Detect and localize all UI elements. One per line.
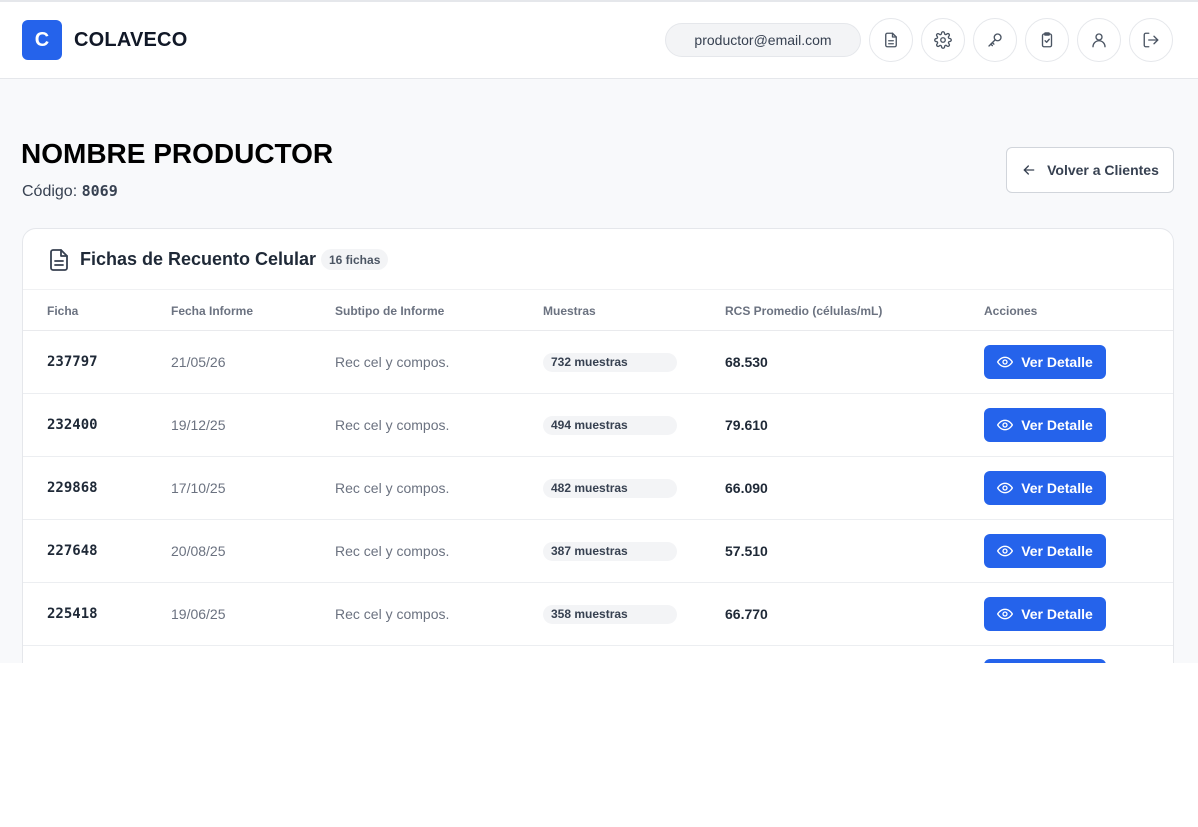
view-detail-button[interactable]: Ver Detalle bbox=[984, 597, 1106, 631]
rcs-average: 66.770 bbox=[725, 606, 768, 622]
table-row: 232400 19/12/25 Rec cel y compos. 494 mu… bbox=[23, 394, 1173, 457]
rcs-average: 68.530 bbox=[725, 354, 768, 370]
samples-cell: 387 muestras bbox=[543, 520, 677, 582]
column-header-ficha: Ficha bbox=[47, 304, 79, 318]
report-subtype: Rec cel y compos. bbox=[335, 543, 450, 559]
ficha-number: 237797 bbox=[47, 354, 98, 370]
samples-cell: 482 muestras bbox=[543, 457, 677, 519]
column-header-acciones: Acciones bbox=[984, 304, 1038, 318]
report-date: 19/12/25 bbox=[171, 417, 226, 433]
report-date: 19/06/25 bbox=[171, 606, 226, 622]
samples-badge: 482 muestras bbox=[543, 478, 677, 498]
eye-icon bbox=[997, 482, 1014, 494]
samples-badge: 387 muestras bbox=[543, 541, 677, 561]
arrow-left-icon bbox=[1023, 165, 1035, 175]
view-detail-button-partial[interactable] bbox=[984, 659, 1106, 663]
actions-cell: Ver Detalle bbox=[984, 583, 1106, 645]
user-email-pill[interactable]: productor@email.com bbox=[665, 23, 861, 57]
logo-mark: C bbox=[22, 20, 62, 60]
actions-cell: Ver Detalle bbox=[984, 331, 1106, 393]
view-detail-button[interactable]: Ver Detalle bbox=[984, 534, 1106, 568]
samples-badge: 494 muestras bbox=[543, 415, 677, 435]
table-header: Ficha Fecha Informe Subtipo de Informe M… bbox=[23, 290, 1173, 331]
samples-cell: 732 muestras bbox=[543, 331, 677, 393]
ficha-number: 232400 bbox=[47, 417, 98, 433]
actions-cell: Ver Detalle bbox=[984, 457, 1106, 519]
back-button-label: Volver a Clientes bbox=[1047, 162, 1159, 178]
fichas-count-badge: 16 fichas bbox=[321, 249, 389, 270]
view-detail-label: Ver Detalle bbox=[1021, 606, 1093, 622]
document-icon[interactable] bbox=[869, 18, 913, 62]
report-subtype: Rec cel y compos. bbox=[335, 354, 450, 370]
view-detail-button[interactable]: Ver Detalle bbox=[984, 408, 1106, 442]
samples-badge: 732 muestras bbox=[543, 352, 677, 372]
ficha-number: 229868 bbox=[47, 480, 98, 496]
view-detail-button[interactable]: Ver Detalle bbox=[984, 471, 1106, 505]
gear-icon[interactable] bbox=[921, 18, 965, 62]
report-subtype: Rec cel y compos. bbox=[335, 606, 450, 622]
client-code: Código: 8069 bbox=[22, 182, 118, 201]
table-row: 227648 20/08/25 Rec cel y compos. 387 mu… bbox=[23, 520, 1173, 583]
ficha-number: 227648 bbox=[47, 543, 98, 559]
view-detail-button[interactable]: Ver Detalle bbox=[984, 345, 1106, 379]
clipboard-check-icon[interactable] bbox=[1025, 18, 1069, 62]
rcs-average: 57.510 bbox=[725, 543, 768, 559]
eye-icon bbox=[997, 545, 1014, 557]
samples-cell: 358 muestras bbox=[543, 583, 677, 645]
report-date: 20/08/25 bbox=[171, 543, 226, 559]
code-value: 8069 bbox=[81, 182, 118, 200]
actions-cell: Ver Detalle bbox=[984, 520, 1106, 582]
table-row: 225418 19/06/25 Rec cel y compos. 358 mu… bbox=[23, 583, 1173, 646]
samples-badge: 358 muestras bbox=[543, 604, 677, 624]
table-row: 229868 17/10/25 Rec cel y compos. 482 mu… bbox=[23, 457, 1173, 520]
brand-name: COLAVECO bbox=[74, 29, 188, 51]
rcs-average: 79.610 bbox=[725, 417, 768, 433]
actions-cell: Ver Detalle bbox=[984, 394, 1106, 456]
app-header: C COLAVECO productor@email.com bbox=[0, 2, 1198, 79]
view-detail-label: Ver Detalle bbox=[1021, 543, 1093, 559]
view-detail-label: Ver Detalle bbox=[1021, 480, 1093, 496]
rcs-average: 66.090 bbox=[725, 480, 768, 496]
report-date: 17/10/25 bbox=[171, 480, 226, 496]
app-viewport: C COLAVECO productor@email.com NOMBRE PR… bbox=[0, 0, 1198, 663]
user-icon[interactable] bbox=[1077, 18, 1121, 62]
back-to-clients-button[interactable]: Volver a Clientes bbox=[1006, 147, 1174, 193]
card-header: Fichas de Recuento Celular 16 fichas bbox=[23, 229, 1173, 290]
eye-icon bbox=[997, 356, 1014, 368]
table-row: 237797 21/05/26 Rec cel y compos. 732 mu… bbox=[23, 331, 1173, 394]
report-subtype: Rec cel y compos. bbox=[335, 417, 450, 433]
column-header-rcs: RCS Promedio (células/mL) bbox=[725, 304, 883, 318]
view-detail-label: Ver Detalle bbox=[1021, 354, 1093, 370]
column-header-fecha: Fecha Informe bbox=[171, 304, 254, 318]
ficha-number: 225418 bbox=[47, 606, 98, 622]
view-detail-label: Ver Detalle bbox=[1021, 417, 1093, 433]
fichas-card: Fichas de Recuento Celular 16 fichas Fic… bbox=[22, 228, 1174, 663]
document-icon bbox=[49, 249, 69, 271]
page-title: NOMBRE PRODUCTOR bbox=[21, 138, 334, 169]
logo-letter: C bbox=[34, 28, 50, 51]
column-header-subtipo: Subtipo de Informe bbox=[335, 304, 445, 318]
logout-icon[interactable] bbox=[1129, 18, 1173, 62]
report-subtype: Rec cel y compos. bbox=[335, 480, 450, 496]
eye-icon bbox=[997, 608, 1014, 620]
key-icon[interactable] bbox=[973, 18, 1017, 62]
report-date: 21/05/26 bbox=[171, 354, 226, 370]
eye-icon bbox=[997, 419, 1014, 431]
code-label: Código: bbox=[22, 183, 78, 200]
samples-cell: 494 muestras bbox=[543, 394, 677, 456]
card-title: Fichas de Recuento Celular bbox=[80, 249, 317, 269]
column-header-muestras: Muestras bbox=[543, 304, 596, 318]
